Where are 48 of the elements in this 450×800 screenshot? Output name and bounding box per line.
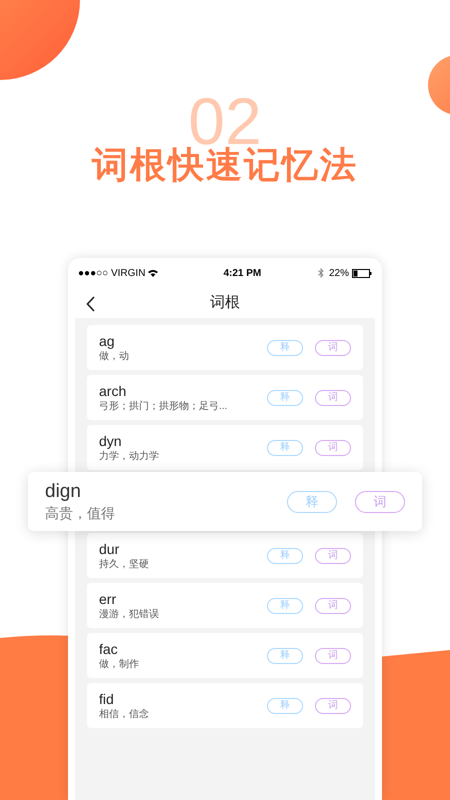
battery-percent: 22% bbox=[328, 266, 349, 280]
words-button[interactable]: 词 bbox=[315, 648, 351, 664]
root-text: dyn bbox=[99, 432, 123, 450]
root-card[interactable]: dyn 力学，动力学 释 词 bbox=[87, 425, 363, 470]
screen-title: 词根 bbox=[210, 292, 240, 313]
back-icon[interactable] bbox=[86, 296, 96, 312]
popup-card[interactable]: dign 高贵，值得 释 词 bbox=[28, 472, 422, 531]
meaning-text: 做，动 bbox=[99, 350, 129, 362]
explain-button[interactable]: 释 bbox=[267, 340, 303, 356]
carrier-text: ●●●○○ VIRGIN bbox=[78, 266, 146, 280]
explain-button[interactable]: 释 bbox=[267, 548, 303, 564]
meaning-text: 弓形；拱门；拱形物；足弓... bbox=[99, 400, 228, 412]
root-card[interactable]: dur 持久，坚硬 释 词 bbox=[87, 533, 363, 578]
explain-button[interactable]: 释 bbox=[287, 490, 337, 512]
meaning-text: 漫游，犯错误 bbox=[99, 608, 159, 620]
root-card[interactable]: arch 弓形；拱门；拱形物；足弓... 释 词 bbox=[87, 375, 363, 420]
meaning-text: 高贵，值得 bbox=[45, 504, 115, 522]
root-card[interactable]: fac 做，制作 释 词 bbox=[87, 633, 363, 678]
meaning-text: 力学，动力学 bbox=[99, 450, 159, 462]
root-text: fac bbox=[99, 640, 119, 658]
words-button[interactable]: 词 bbox=[315, 548, 351, 564]
explain-button[interactable]: 释 bbox=[267, 648, 303, 664]
words-button[interactable]: 词 bbox=[315, 390, 351, 406]
words-button[interactable]: 词 bbox=[315, 440, 351, 456]
root-text: err bbox=[99, 590, 118, 608]
wifi-icon bbox=[148, 269, 158, 277]
root-card[interactable]: fid 相信，信念 释 词 bbox=[87, 683, 363, 728]
explain-button[interactable]: 释 bbox=[267, 598, 303, 614]
root-text: arch bbox=[99, 382, 128, 400]
root-text: dur bbox=[99, 540, 120, 558]
battery-icon bbox=[352, 268, 372, 278]
root-text: ag bbox=[99, 332, 116, 350]
root-card[interactable]: ag 做，动 释 词 bbox=[87, 325, 363, 370]
explain-button[interactable]: 释 bbox=[267, 698, 303, 714]
bluetooth-icon bbox=[318, 268, 324, 278]
words-button[interactable]: 词 bbox=[355, 490, 405, 512]
root-card[interactable]: err 漫游，犯错误 释 词 bbox=[87, 583, 363, 628]
words-button[interactable]: 词 bbox=[315, 598, 351, 614]
meaning-text: 做，制作 bbox=[99, 658, 139, 670]
root-text: dign bbox=[45, 480, 82, 502]
words-button[interactable]: 词 bbox=[315, 340, 351, 356]
explain-button[interactable]: 释 bbox=[267, 390, 303, 406]
root-text: fid bbox=[99, 690, 115, 708]
explain-button[interactable]: 释 bbox=[267, 440, 303, 456]
meaning-text: 持久，坚硬 bbox=[99, 558, 149, 570]
meaning-text: 相信，信念 bbox=[99, 708, 149, 720]
words-button[interactable]: 词 bbox=[315, 698, 351, 714]
clock-text: 4:21 PM bbox=[223, 266, 262, 280]
